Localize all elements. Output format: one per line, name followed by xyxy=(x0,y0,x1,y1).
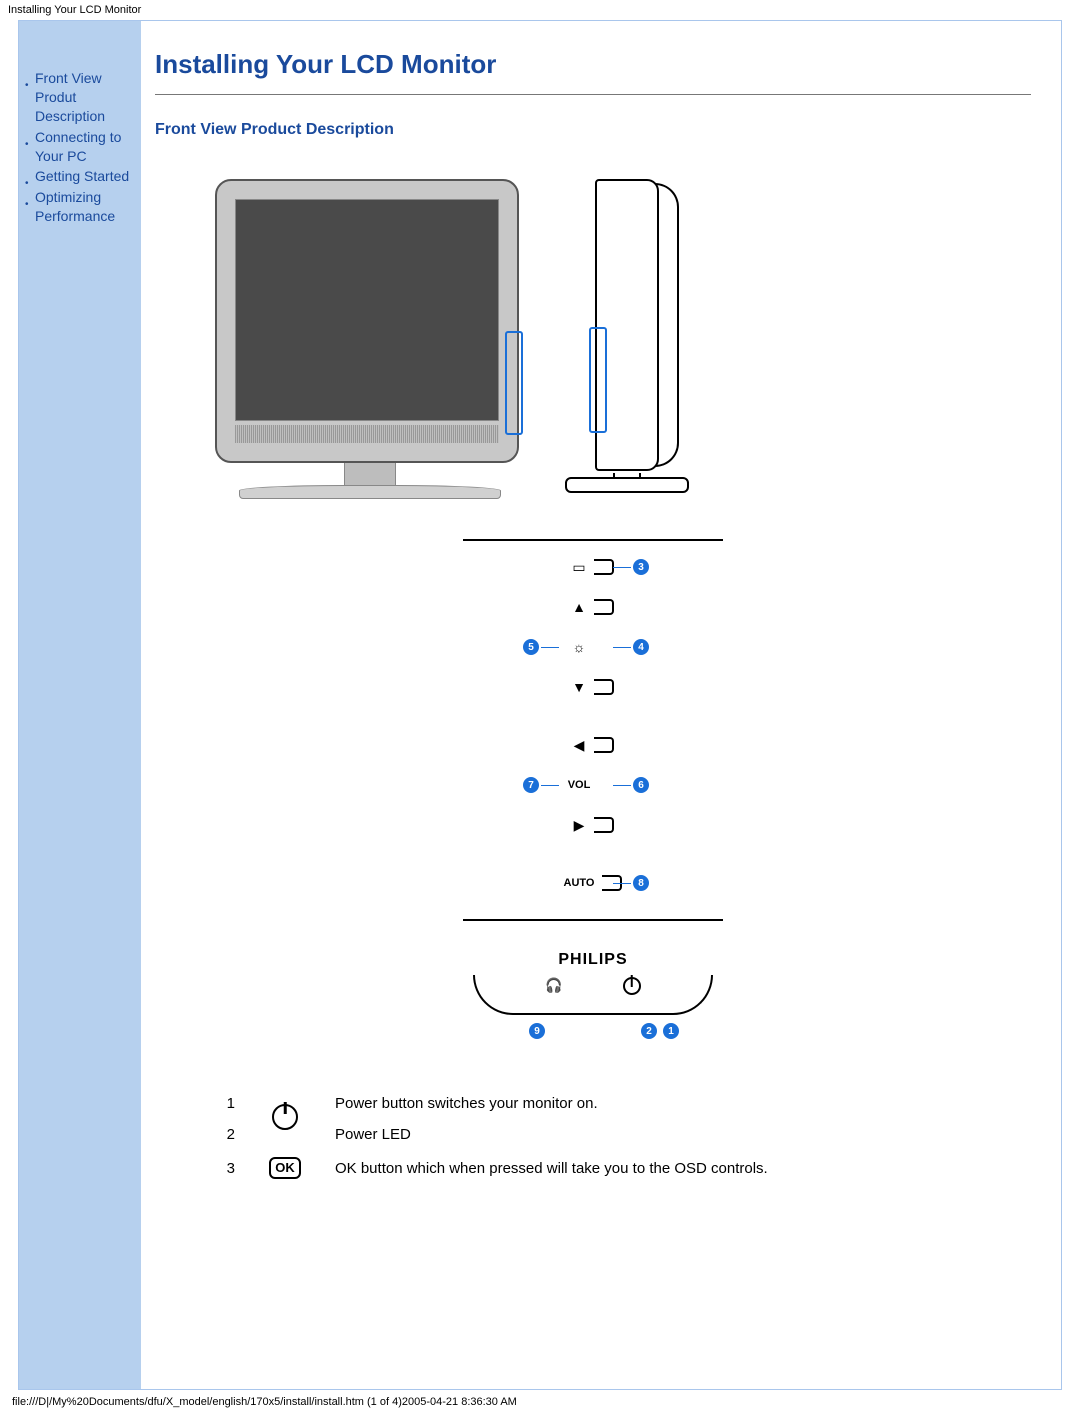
divider xyxy=(155,94,1031,95)
brightness-button-row: 5 ☼ 4 xyxy=(463,631,723,663)
section-title: Front View Product Description xyxy=(155,121,1031,139)
callout-9: 9 xyxy=(529,1023,545,1039)
auto-button-row: AUTO 8 xyxy=(463,867,723,899)
power-icon xyxy=(272,1104,298,1130)
headphone-icon: 🎧 xyxy=(545,977,562,998)
button-strip-diagram: ▭ 3 ▲ 5 ☼ 4 ▼ ◀ xyxy=(463,539,723,921)
osd-icon: ▭ xyxy=(572,559,586,576)
front-buttons-highlight xyxy=(505,331,523,435)
power-icon xyxy=(623,977,641,998)
callout-1: 1 xyxy=(663,1023,679,1039)
sidebar-nav: Front View Produt Description Connecting… xyxy=(19,21,141,1389)
callout-3: 3 xyxy=(633,559,649,575)
legend-row: 3 OK OK button which when pressed will t… xyxy=(201,1151,782,1185)
callout-7: 7 xyxy=(523,777,539,793)
window-title: Installing Your LCD Monitor xyxy=(0,0,1080,20)
brightness-icon: ☼ xyxy=(572,639,586,655)
osd-button-row: ▭ 3 xyxy=(463,551,723,583)
legend-num: 2 xyxy=(201,1120,249,1149)
callout-5: 5 xyxy=(523,639,539,655)
sidebar-item-getting-started[interactable]: Getting Started xyxy=(25,167,135,186)
legend-num: 3 xyxy=(201,1151,249,1185)
volume-button-row: 7 VOL 6 xyxy=(463,769,723,801)
page-frame: Front View Produt Description Connecting… xyxy=(18,20,1062,1390)
monitor-front-view xyxy=(215,179,525,509)
page-title: Installing Your LCD Monitor xyxy=(155,49,1031,80)
sidebar-item-optimizing[interactable]: Optimizing Performance xyxy=(25,188,135,226)
legend-table: 1 Power button switches your monitor on.… xyxy=(199,1087,784,1187)
ok-icon: OK xyxy=(269,1157,301,1179)
content-area: Installing Your LCD Monitor Front View P… xyxy=(141,21,1061,1389)
callout-8: 8 xyxy=(633,875,649,891)
down-arrow-icon: ▼ xyxy=(572,679,586,695)
sidebar-item-front-view[interactable]: Front View Produt Description xyxy=(25,69,135,126)
sidebar-item-connecting[interactable]: Connecting to Your PC xyxy=(25,128,135,166)
legend-row: 1 Power button switches your monitor on. xyxy=(201,1089,782,1118)
footer-path: file:///D|/My%20Documents/dfu/X_model/en… xyxy=(0,1390,1080,1414)
legend-desc: Power button switches your monitor on. xyxy=(321,1089,782,1118)
legend-desc: Power LED xyxy=(321,1120,782,1149)
callout-4: 4 xyxy=(633,639,649,655)
monitor-side-view xyxy=(565,179,685,509)
left-arrow-icon: ◀ xyxy=(572,737,586,754)
up-arrow-icon: ▲ xyxy=(572,599,586,615)
side-buttons-highlight xyxy=(589,327,607,433)
legend-desc: OK button which when pressed will take y… xyxy=(321,1151,782,1185)
legend-num: 1 xyxy=(201,1089,249,1118)
monitor-diagram xyxy=(215,179,1031,509)
right-arrow-icon: ▶ xyxy=(572,817,586,834)
callout-2: 2 xyxy=(641,1023,657,1039)
front-panel-diagram: PHILIPS 🎧 9 2 1 xyxy=(463,951,723,1047)
callout-6: 6 xyxy=(633,777,649,793)
auto-label: AUTO xyxy=(564,877,595,889)
vol-label: VOL xyxy=(568,779,591,791)
brand-logo: PHILIPS xyxy=(463,951,723,969)
